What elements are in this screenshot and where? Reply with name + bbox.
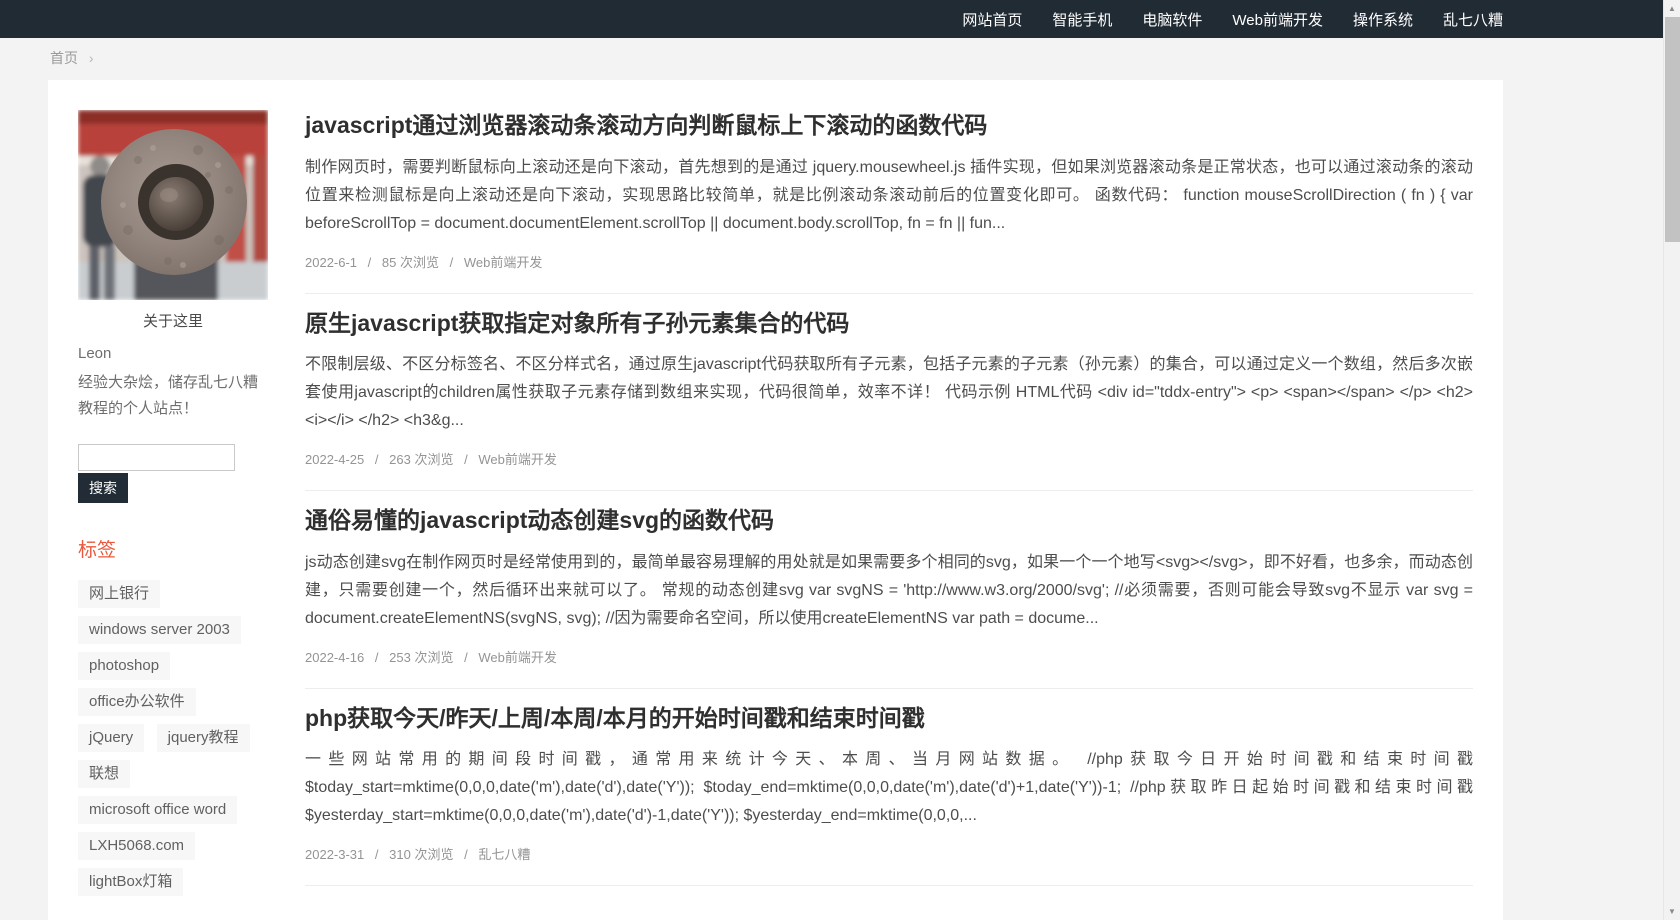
nav-menu: 网站首页 智能手机 电脑软件 Web前端开发 操作系统 乱七八糟 bbox=[48, 0, 1503, 38]
tag-lxh5068[interactable]: LXH5068.com bbox=[78, 832, 196, 860]
tag-jquery-tutorial[interactable]: jquery教程 bbox=[156, 724, 250, 752]
article-item: php获取今天/昨天/上周/本周/本月的开始时间戳和结束时间戳 一些网站常用的期… bbox=[305, 689, 1473, 887]
nav-item-os[interactable]: 操作系统 bbox=[1353, 9, 1413, 30]
nav-item-misc[interactable]: 乱七八糟 bbox=[1443, 9, 1503, 30]
article-meta: 2022-4-25 / 263 次浏览 / Web前端开发 bbox=[305, 449, 1473, 468]
article-meta: 2022-4-16 / 253 次浏览 / Web前端开发 bbox=[305, 647, 1473, 666]
article-category-link[interactable]: Web前端开发 bbox=[478, 452, 557, 467]
tag-lightbox[interactable]: lightBox灯箱 bbox=[78, 868, 184, 896]
meta-separator: / bbox=[464, 649, 468, 665]
article-category-link[interactable]: 乱七八糟 bbox=[478, 847, 530, 862]
nav-item-web-frontend[interactable]: Web前端开发 bbox=[1232, 9, 1323, 30]
breadcrumb-separator: › bbox=[88, 50, 94, 66]
article-title[interactable]: php获取今天/昨天/上周/本周/本月的开始时间戳和结束时间戳 bbox=[305, 705, 1473, 733]
nav-item-smartphone[interactable]: 智能手机 bbox=[1052, 9, 1112, 30]
about-photo bbox=[78, 110, 268, 300]
meta-separator: / bbox=[374, 649, 379, 665]
author-name: Leon bbox=[78, 345, 112, 362]
breadcrumb-home-link[interactable]: 首页 bbox=[50, 50, 78, 66]
tag-cloud: 网上银行 windows server 2003 photoshop offic… bbox=[78, 580, 268, 904]
article-category-link[interactable]: Web前端开发 bbox=[478, 650, 557, 665]
scrollbar-thumb[interactable] bbox=[1665, 17, 1680, 242]
site-bio: 经验大杂烩，储存乱七八糟教程的个人站点！ bbox=[78, 374, 259, 417]
article-item: 通俗易懂的javascript动态创建svg的函数代码 js动态创建svg在制作… bbox=[305, 491, 1473, 689]
tag-photoshop[interactable]: photoshop bbox=[78, 652, 171, 680]
tag-office-software[interactable]: office办公软件 bbox=[78, 688, 196, 716]
meta-separator: / bbox=[449, 254, 454, 270]
tag-lenovo[interactable]: 联想 bbox=[78, 760, 131, 788]
article-views: 253 次浏览 bbox=[389, 649, 454, 665]
article-meta: 2022-3-31 / 310 次浏览 / 乱七八糟 bbox=[305, 844, 1473, 863]
article-item: 原生javascript获取指定对象所有子孙元素集合的代码 不限制层级、不区分标… bbox=[305, 294, 1473, 492]
article-views: 310 次浏览 bbox=[389, 847, 454, 863]
nav-item-home[interactable]: 网站首页 bbox=[962, 9, 1022, 30]
vertical-scrollbar[interactable]: ▲ ▼ bbox=[1663, 0, 1680, 920]
article-category-link[interactable]: Web前端开发 bbox=[464, 255, 543, 270]
article-list: javascript通过浏览器滚动条滚动方向判断鼠标上下滚动的函数代码 制作网页… bbox=[305, 110, 1473, 904]
article-title[interactable]: javascript通过浏览器滚动条滚动方向判断鼠标上下滚动的函数代码 bbox=[305, 112, 1473, 140]
sidebar: 关于这里 Leon 经验大杂烩，储存乱七八糟教程的个人站点！ 搜索 标签 网上银… bbox=[78, 110, 268, 904]
about-caption: 关于这里 bbox=[142, 313, 203, 330]
article-item: javascript通过浏览器滚动条滚动方向判断鼠标上下滚动的函数代码 制作网页… bbox=[305, 110, 1473, 294]
article-excerpt: 制作网页时，需要判断鼠标向上滚动还是向下滚动，首先想到的是通过 jquery.m… bbox=[305, 158, 1473, 232]
tag-microsoft-office-word[interactable]: microsoft office word bbox=[78, 796, 238, 824]
meta-separator: / bbox=[464, 847, 468, 863]
meta-separator: / bbox=[374, 452, 379, 468]
stone-wheel-photo-illustration bbox=[78, 110, 268, 300]
article-excerpt: 不限制层级、不区分标签名、不区分样式名，通过原生javascript代码获取所有… bbox=[305, 356, 1473, 430]
article-date: 2022-4-16 bbox=[305, 649, 365, 665]
meta-separator: / bbox=[464, 452, 468, 468]
search-input[interactable] bbox=[78, 444, 235, 471]
article-date: 2022-4-25 bbox=[305, 452, 365, 468]
article-title[interactable]: 原生javascript获取指定对象所有子孙元素集合的代码 bbox=[305, 310, 1473, 338]
article-date: 2022-6-1 bbox=[305, 254, 358, 270]
content-card: 关于这里 Leon 经验大杂烩，储存乱七八糟教程的个人站点！ 搜索 标签 网上银… bbox=[48, 80, 1503, 920]
article-excerpt: 一些网站常用的期间段时间戳，通常用来统计今天、本周、当月网站数据。 //php获… bbox=[305, 751, 1473, 825]
top-navbar: 网站首页 智能手机 电脑软件 Web前端开发 操作系统 乱七八糟 bbox=[0, 0, 1680, 38]
scroll-down-arrow-icon[interactable]: ▼ bbox=[1664, 903, 1680, 920]
article-excerpt: js动态创建svg在制作网页时是经常使用到的，最简单最容易理解的用处就是如果需要… bbox=[305, 553, 1473, 627]
nav-item-pc-software[interactable]: 电脑软件 bbox=[1142, 9, 1202, 30]
tag-jquery[interactable]: jQuery bbox=[78, 724, 145, 752]
tag-windows-server-2003[interactable]: windows server 2003 bbox=[78, 616, 241, 644]
article-date: 2022-3-31 bbox=[305, 847, 365, 863]
breadcrumb: 首页 › bbox=[50, 48, 94, 68]
article-title[interactable]: 通俗易懂的javascript动态创建svg的函数代码 bbox=[305, 507, 1473, 535]
tags-heading: 标签 bbox=[78, 540, 117, 561]
article-views: 85 次浏览 bbox=[381, 254, 439, 270]
tag-online-banking[interactable]: 网上银行 bbox=[78, 580, 161, 608]
search-button[interactable]: 搜索 bbox=[78, 473, 128, 503]
meta-separator: / bbox=[367, 254, 372, 270]
meta-separator: / bbox=[374, 847, 379, 863]
scroll-up-arrow-icon[interactable]: ▲ bbox=[1664, 0, 1680, 17]
article-meta: 2022-6-1 / 85 次浏览 / Web前端开发 bbox=[305, 252, 1473, 271]
article-views: 263 次浏览 bbox=[389, 452, 454, 468]
